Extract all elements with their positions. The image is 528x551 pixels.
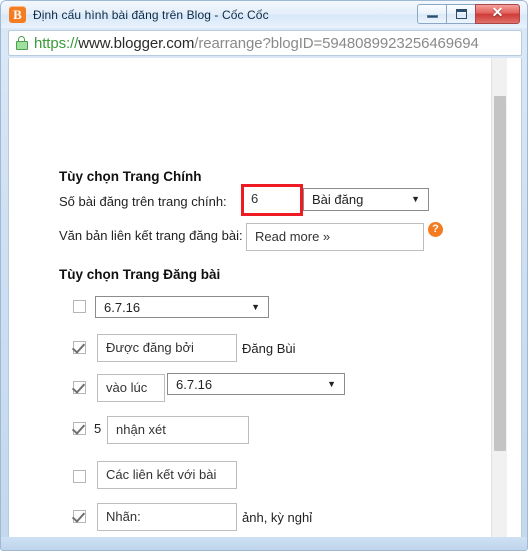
comments-label-input[interactable]: nhận xét xyxy=(107,416,249,444)
checkbox-posted-by[interactable] xyxy=(73,341,86,354)
post-page-options-heading: Tùy chọn Trang Đăng bài xyxy=(59,267,221,282)
url-text: https://www.blogger.com/rearrange?blogID… xyxy=(34,35,479,52)
blogger-config-page: Tùy chọn Trang Chính Số bài đăng trên tr… xyxy=(9,58,507,537)
minimize-button[interactable] xyxy=(417,3,446,24)
author-name: Đăng Bùi xyxy=(242,341,296,356)
page-scrollbar-thumb[interactable] xyxy=(494,96,506,451)
browser-window: B Định cấu hình bài đăng trên Blog - Cốc… xyxy=(0,0,528,551)
checkbox-backlinks[interactable] xyxy=(73,470,86,483)
chevron-down-icon: ▼ xyxy=(327,378,336,389)
close-icon: ✕ xyxy=(491,5,504,21)
posts-count-label: Số bài đăng trên trang chính: xyxy=(59,194,227,209)
url-path: /rearrange?blogID=5948089923256469694 xyxy=(194,34,479,52)
jump-link-input[interactable]: Read more » xyxy=(246,223,424,251)
backlinks-input[interactable]: Các liên kết với bài này xyxy=(97,461,237,489)
checkbox-post-date[interactable] xyxy=(73,300,86,313)
maximize-button[interactable] xyxy=(446,3,475,24)
help-icon[interactable]: ? xyxy=(428,222,443,237)
page-viewport: Tùy chọn Trang Chính Số bài đăng trên tr… xyxy=(8,58,522,538)
main-page-options-heading: Tùy chọn Trang Chính xyxy=(59,169,202,184)
post-time-format-value: 6.7.16 xyxy=(176,376,213,392)
minimize-icon xyxy=(426,15,438,18)
window-controls: ✕ xyxy=(417,3,520,24)
jump-link-label: Văn bản liên kết trang đăng bài: xyxy=(59,228,243,243)
post-time-prefix-input[interactable]: vào lúc xyxy=(97,374,165,402)
posts-unit-select[interactable]: Bài đăng ▼ xyxy=(303,188,429,211)
url-scheme: https:// xyxy=(34,34,79,52)
close-button[interactable]: ✕ xyxy=(475,3,520,24)
checkbox-comments[interactable] xyxy=(73,422,86,435)
posts-count-input[interactable]: 6 xyxy=(251,191,258,206)
post-date-format-value: 6.7.16 xyxy=(104,299,141,315)
url-host: www.blogger.com xyxy=(78,34,195,52)
posts-unit-select-value: Bài đăng xyxy=(312,192,364,207)
checkbox-post-time[interactable] xyxy=(73,381,86,394)
lock-icon xyxy=(15,36,28,50)
blogger-favicon-icon: B xyxy=(9,6,26,23)
page-scrollbar-track[interactable] xyxy=(491,58,507,537)
window-title: Định cấu hình bài đăng trên Blog - Cốc C… xyxy=(33,7,269,22)
title-bar: B Định cấu hình bài đăng trên Blog - Cốc… xyxy=(1,1,527,28)
posted-by-input[interactable]: Được đăng bởi xyxy=(97,334,237,362)
chevron-down-icon: ▼ xyxy=(411,194,420,204)
comments-count: 5 xyxy=(94,421,102,436)
window-status-bar xyxy=(1,537,527,550)
labels-values: ảnh, kỳ nghỉ xyxy=(242,510,313,525)
checkbox-labels[interactable] xyxy=(73,510,86,523)
post-date-format-select[interactable]: 6.7.16 ▼ xyxy=(95,296,269,318)
post-time-format-select[interactable]: 6.7.16 ▼ xyxy=(167,373,345,395)
labels-input[interactable]: Nhãn: xyxy=(97,503,237,531)
maximize-icon xyxy=(455,8,467,19)
address-bar[interactable]: https://www.blogger.com/rearrange?blogID… xyxy=(8,30,522,56)
chevron-down-icon: ▼ xyxy=(251,301,260,312)
